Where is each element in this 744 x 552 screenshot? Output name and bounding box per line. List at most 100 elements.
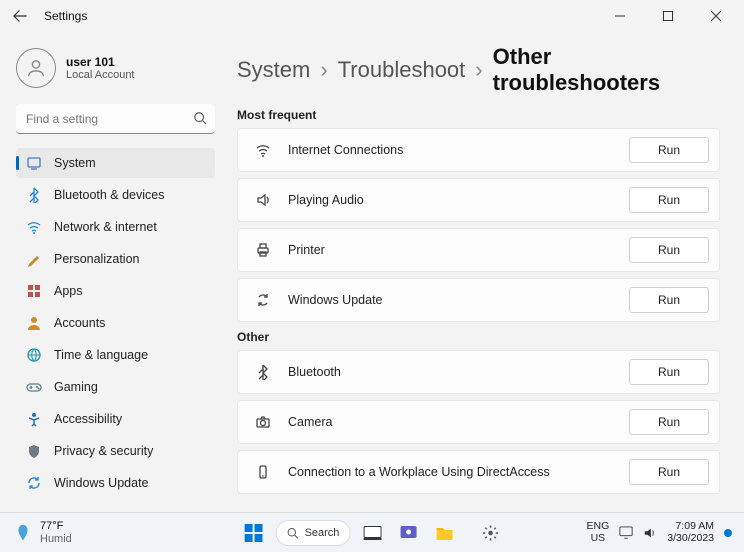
run-button[interactable]: Run (629, 409, 709, 435)
start-button[interactable] (240, 519, 268, 547)
nav-item-network-internet[interactable]: Network & internet (16, 212, 215, 242)
troubleshooter-card: Internet ConnectionsRun (237, 128, 720, 172)
wifi-icon (252, 142, 274, 158)
section-header: Most frequent (237, 108, 720, 122)
nav-item-privacy-security[interactable]: Privacy & security (16, 436, 215, 466)
minimize-icon (615, 11, 625, 21)
account-name: user 101 (66, 55, 135, 69)
maximize-button[interactable] (648, 4, 688, 28)
troubleshooter-label: Playing Audio (288, 193, 364, 207)
system-tray: ENG US 7:09 AM 3/30/2023 (587, 521, 732, 544)
run-button[interactable]: Run (629, 359, 709, 385)
avatar (16, 48, 56, 88)
close-button[interactable] (696, 4, 736, 28)
tray-clock[interactable]: 7:09 AM 3/30/2023 (667, 521, 714, 544)
folder-icon (435, 525, 453, 541)
troubleshooter-card: Camera Run (237, 400, 720, 444)
windows-icon (245, 524, 263, 542)
wifi-icon (26, 219, 42, 235)
search-input[interactable] (16, 104, 215, 134)
weather-cond: Humid (40, 533, 72, 545)
nav-item-label: Gaming (54, 380, 98, 394)
arrow-left-icon (13, 9, 27, 23)
update-icon (26, 475, 42, 491)
breadcrumb-current: Other troubleshooters (493, 44, 720, 96)
nav-item-accounts[interactable]: Accounts (16, 308, 215, 338)
troubleshooter-label: Camera (288, 415, 332, 429)
game-icon (26, 379, 42, 395)
nav-item-label: Accounts (54, 316, 105, 330)
back-button[interactable] (8, 4, 32, 28)
nav-item-bluetooth-devices[interactable]: Bluetooth & devices (16, 180, 215, 210)
run-button[interactable]: Run (629, 237, 709, 263)
chat-icon (399, 524, 417, 542)
troubleshooter-label: Printer (288, 243, 325, 257)
search-box (16, 104, 215, 134)
tray-notifications-icon[interactable] (724, 529, 732, 537)
breadcrumb-troubleshoot[interactable]: Troubleshoot (338, 57, 466, 83)
nav-item-label: Accessibility (54, 412, 122, 426)
troubleshooter-label: Windows Update (288, 293, 383, 307)
nav-item-personalization[interactable]: Personalization (16, 244, 215, 274)
breadcrumb-system[interactable]: System (237, 57, 310, 83)
phone-icon (252, 464, 274, 480)
access-icon (26, 411, 42, 427)
nav-item-system[interactable]: System (16, 148, 215, 178)
search-icon (193, 111, 207, 125)
taskbar-weather[interactable]: 77°F Humid (12, 520, 72, 544)
pen-icon (26, 251, 42, 267)
run-button[interactable]: Run (629, 287, 709, 313)
run-button[interactable]: Run (629, 459, 709, 485)
weather-temp: 77°F (40, 520, 72, 532)
account-block[interactable]: user 101 Local Account (16, 48, 215, 88)
nav-item-gaming[interactable]: Gaming (16, 372, 215, 402)
speaker-icon (252, 192, 274, 208)
taskbar-chat[interactable] (394, 519, 422, 547)
account-type: Local Account (66, 69, 135, 81)
troubleshooter-card: Bluetooth Run (237, 350, 720, 394)
bluetooth-icon (26, 187, 42, 203)
taskbar-center: Search (240, 519, 505, 547)
taskbar-search[interactable]: Search (276, 520, 351, 546)
nav-item-apps[interactable]: Apps (16, 276, 215, 306)
nav-item-label: System (54, 156, 96, 170)
nav-item-label: Apps (54, 284, 83, 298)
taskbar-search-label: Search (305, 527, 340, 539)
taskview-icon (363, 526, 381, 540)
gear-icon (481, 524, 499, 542)
tray-network-icon[interactable] (619, 526, 633, 540)
bluetooth-icon (252, 364, 274, 380)
tray-lang[interactable]: ENG US (587, 521, 610, 544)
troubleshooter-label: Bluetooth (288, 365, 341, 379)
chevron-right-icon: › (475, 57, 482, 83)
troubleshooter-card: Connection to a Workplace Using DirectAc… (237, 450, 720, 494)
close-icon (711, 11, 721, 21)
nav-item-label: Network & internet (54, 220, 157, 234)
nav-item-label: Windows Update (54, 476, 149, 490)
globe-icon (26, 347, 42, 363)
troubleshooter-card: Windows Update Run (237, 278, 720, 322)
titlebar: Settings (0, 0, 744, 32)
window-title: Settings (44, 9, 87, 23)
main-panel: System › Troubleshoot › Other troublesho… (225, 32, 744, 512)
nav-item-windows-update[interactable]: Windows Update (16, 468, 215, 498)
nav-item-label: Personalization (54, 252, 139, 266)
taskbar-explorer[interactable] (430, 519, 458, 547)
taskbar-app[interactable] (476, 519, 504, 547)
nav-item-time-language[interactable]: Time & language (16, 340, 215, 370)
shield-icon (26, 443, 42, 459)
system-icon (26, 155, 42, 171)
troubleshooter-card: Printer Run (237, 228, 720, 272)
person-icon (26, 315, 42, 331)
taskbar-taskview[interactable] (358, 519, 386, 547)
nav-item-label: Time & language (54, 348, 148, 362)
printer-icon (252, 242, 274, 258)
sync-icon (252, 292, 274, 308)
nav-list: System Bluetooth & devices Network & inter… (16, 148, 215, 498)
tray-volume-icon[interactable] (643, 526, 657, 540)
nav-item-label: Bluetooth & devices (54, 188, 165, 202)
nav-item-accessibility[interactable]: Accessibility (16, 404, 215, 434)
run-button[interactable]: Run (629, 137, 709, 163)
minimize-button[interactable] (600, 4, 640, 28)
run-button[interactable]: Run (629, 187, 709, 213)
